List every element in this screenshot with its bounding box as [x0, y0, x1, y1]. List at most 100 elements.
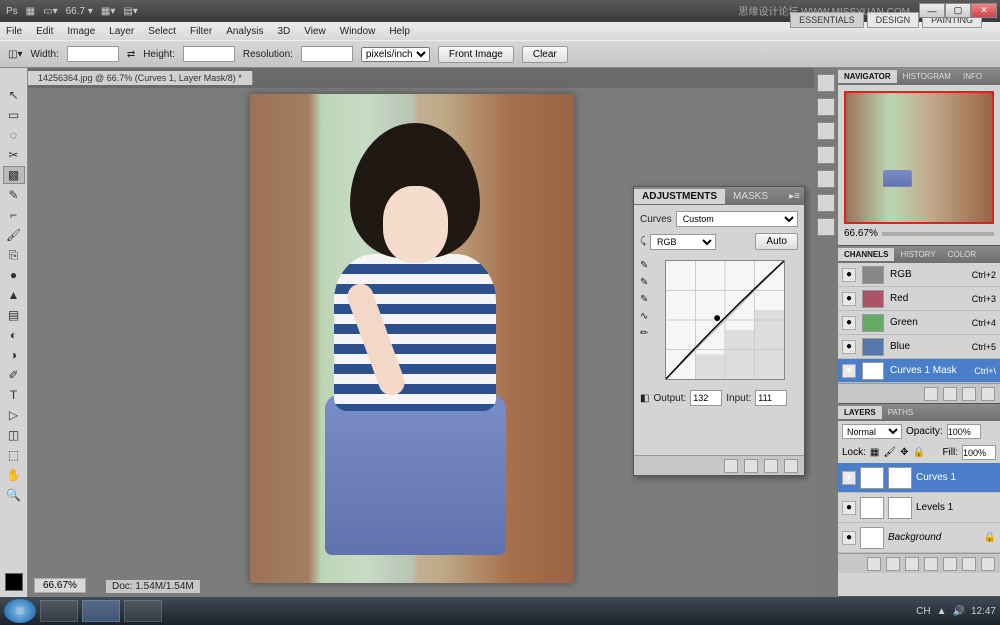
swap-icon[interactable]: ⇄	[127, 49, 135, 60]
history-brush-tool[interactable]: ●	[3, 266, 25, 284]
layer-thumb[interactable]	[860, 497, 884, 519]
output-input[interactable]	[690, 390, 722, 406]
layer-row[interactable]: ● Levels 1	[838, 493, 1000, 523]
group-icon[interactable]	[943, 557, 957, 571]
resolution-input[interactable]	[301, 46, 353, 62]
crop-tool[interactable]: ▩	[3, 166, 25, 184]
reset-icon[interactable]	[764, 459, 778, 473]
delete-layer-icon[interactable]	[981, 557, 995, 571]
tray-sound-icon[interactable]: 🔊	[953, 606, 965, 617]
navigator-thumbnail[interactable]	[844, 91, 994, 224]
zoom-tool[interactable]: 🔍	[3, 486, 25, 504]
gray-eyedropper-icon[interactable]: ✎	[640, 277, 648, 288]
tab-histogram[interactable]: HISTOGRAM	[897, 70, 957, 83]
draw-curve-icon[interactable]: ✏	[640, 328, 648, 339]
layer-name[interactable]: Curves 1	[916, 472, 956, 483]
lock-all-icon[interactable]: 🔒	[912, 447, 924, 458]
task-browser[interactable]	[124, 600, 162, 622]
visibility-icon[interactable]: ●	[842, 531, 856, 545]
channel-select[interactable]: RGB	[650, 234, 716, 250]
tab-paths[interactable]: PATHS	[882, 406, 919, 419]
eraser-tool[interactable]: ▲	[3, 286, 25, 304]
menu-edit[interactable]: Edit	[36, 26, 53, 37]
workspace-design[interactable]: DESIGN	[867, 12, 920, 28]
height-input[interactable]	[183, 46, 235, 62]
visibility-icon[interactable]: ●	[842, 501, 856, 515]
3d-tool[interactable]: ⬚	[3, 446, 25, 464]
layer-style-icon[interactable]	[886, 557, 900, 571]
canvas[interactable]	[250, 94, 574, 583]
foreground-color[interactable]	[5, 573, 23, 591]
toggle-icon[interactable]	[744, 459, 758, 473]
doc-info[interactable]: Doc: 1.54M/1.54M	[106, 580, 200, 593]
visibility-icon[interactable]: ●	[842, 340, 856, 354]
minibridge-icon[interactable]	[817, 74, 835, 92]
load-selection-icon[interactable]	[924, 387, 938, 401]
pen-tool[interactable]: ✐	[3, 366, 25, 384]
menu-view[interactable]: View	[304, 26, 326, 37]
delete-channel-icon[interactable]	[981, 387, 995, 401]
document-tab[interactable]: 14256364.jpg @ 66.7% (Curves 1, Layer Ma…	[28, 71, 253, 85]
maximize-button[interactable]: ▢	[945, 3, 971, 18]
swatches-icon[interactable]	[817, 194, 835, 212]
menu-analysis[interactable]: Analysis	[226, 26, 263, 37]
minimize-button[interactable]: —	[919, 3, 945, 18]
clip-icon[interactable]: ◧	[640, 393, 649, 404]
tab-navigator[interactable]: NAVIGATOR	[838, 70, 897, 83]
quick-select-tool[interactable]: ✂	[3, 146, 25, 164]
units-select[interactable]: pixels/inch	[361, 47, 430, 62]
blur-tool[interactable]: ◐	[3, 326, 25, 344]
return-icon[interactable]	[724, 459, 738, 473]
task-photoshop[interactable]	[82, 600, 120, 622]
menu-select[interactable]: Select	[148, 26, 176, 37]
layer-thumb[interactable]	[860, 527, 884, 549]
panel-menu-icon[interactable]: ▸≡	[785, 191, 804, 202]
auto-button[interactable]: Auto	[755, 233, 798, 250]
lock-transparent-icon[interactable]: ▦	[870, 447, 879, 458]
layer-name[interactable]: Levels 1	[916, 502, 953, 513]
zoom-readout[interactable]: 66.67%	[34, 578, 86, 593]
tab-color[interactable]: COLOR	[942, 248, 982, 261]
adjustment-layer-icon[interactable]	[924, 557, 938, 571]
stamp-tool[interactable]: ⎘	[3, 246, 25, 264]
layer-row[interactable]: ●Background🔒	[838, 523, 1000, 553]
channel-row[interactable]: ●Curves 1 MaskCtrl+\	[838, 359, 1000, 383]
layer-thumb[interactable]	[860, 467, 884, 489]
preset-select[interactable]: Custom	[676, 211, 798, 227]
channel-row[interactable]: ●GreenCtrl+4	[838, 311, 1000, 335]
nav-zoom[interactable]: 66.67%	[844, 228, 878, 239]
task-explorer[interactable]	[40, 600, 78, 622]
clone-source-icon[interactable]	[817, 122, 835, 140]
arrange-icon[interactable]: ▤▾	[123, 6, 137, 17]
visibility-icon[interactable]: ●	[842, 364, 856, 378]
hand-tool[interactable]: ✋	[3, 466, 25, 484]
menu-window[interactable]: Window	[340, 26, 376, 37]
channel-row[interactable]: ●RedCtrl+3	[838, 287, 1000, 311]
layer-row[interactable]: ● Curves 1	[838, 463, 1000, 493]
screen-mode-icon[interactable]: ▭▾	[43, 6, 57, 17]
doc-switcher-icon[interactable]: ▦	[26, 6, 35, 17]
healing-tool[interactable]: ⌐	[3, 206, 25, 224]
menu-image[interactable]: Image	[67, 26, 95, 37]
edit-points-icon[interactable]: ∿	[640, 311, 648, 322]
layer-mask-icon[interactable]	[905, 557, 919, 571]
opacity-input[interactable]	[947, 424, 981, 439]
layer-name[interactable]: Background	[888, 532, 941, 543]
workspace-essentials[interactable]: ESSENTIALS	[790, 12, 864, 28]
lock-position-icon[interactable]: ✥	[900, 447, 908, 458]
tab-masks[interactable]: MASKS	[725, 189, 776, 204]
new-layer-icon[interactable]	[962, 557, 976, 571]
channel-row[interactable]: ●RGBCtrl+2	[838, 263, 1000, 287]
tab-info[interactable]: INFO	[957, 70, 988, 83]
curves-graph[interactable]	[665, 260, 785, 380]
link-layers-icon[interactable]	[867, 557, 881, 571]
type-tool[interactable]: T	[3, 386, 25, 404]
brush-presets-icon[interactable]	[817, 98, 835, 116]
move-tool[interactable]: ↖	[3, 86, 25, 104]
brush-tool[interactable]: 🖌	[3, 226, 25, 244]
lock-pixels-icon[interactable]: 🖌	[883, 447, 896, 458]
layer-mask-thumb[interactable]	[888, 497, 912, 519]
eyedropper-tool[interactable]: ✎	[3, 186, 25, 204]
clear-button[interactable]: Clear	[522, 46, 568, 63]
visibility-icon[interactable]: ●	[842, 471, 856, 485]
